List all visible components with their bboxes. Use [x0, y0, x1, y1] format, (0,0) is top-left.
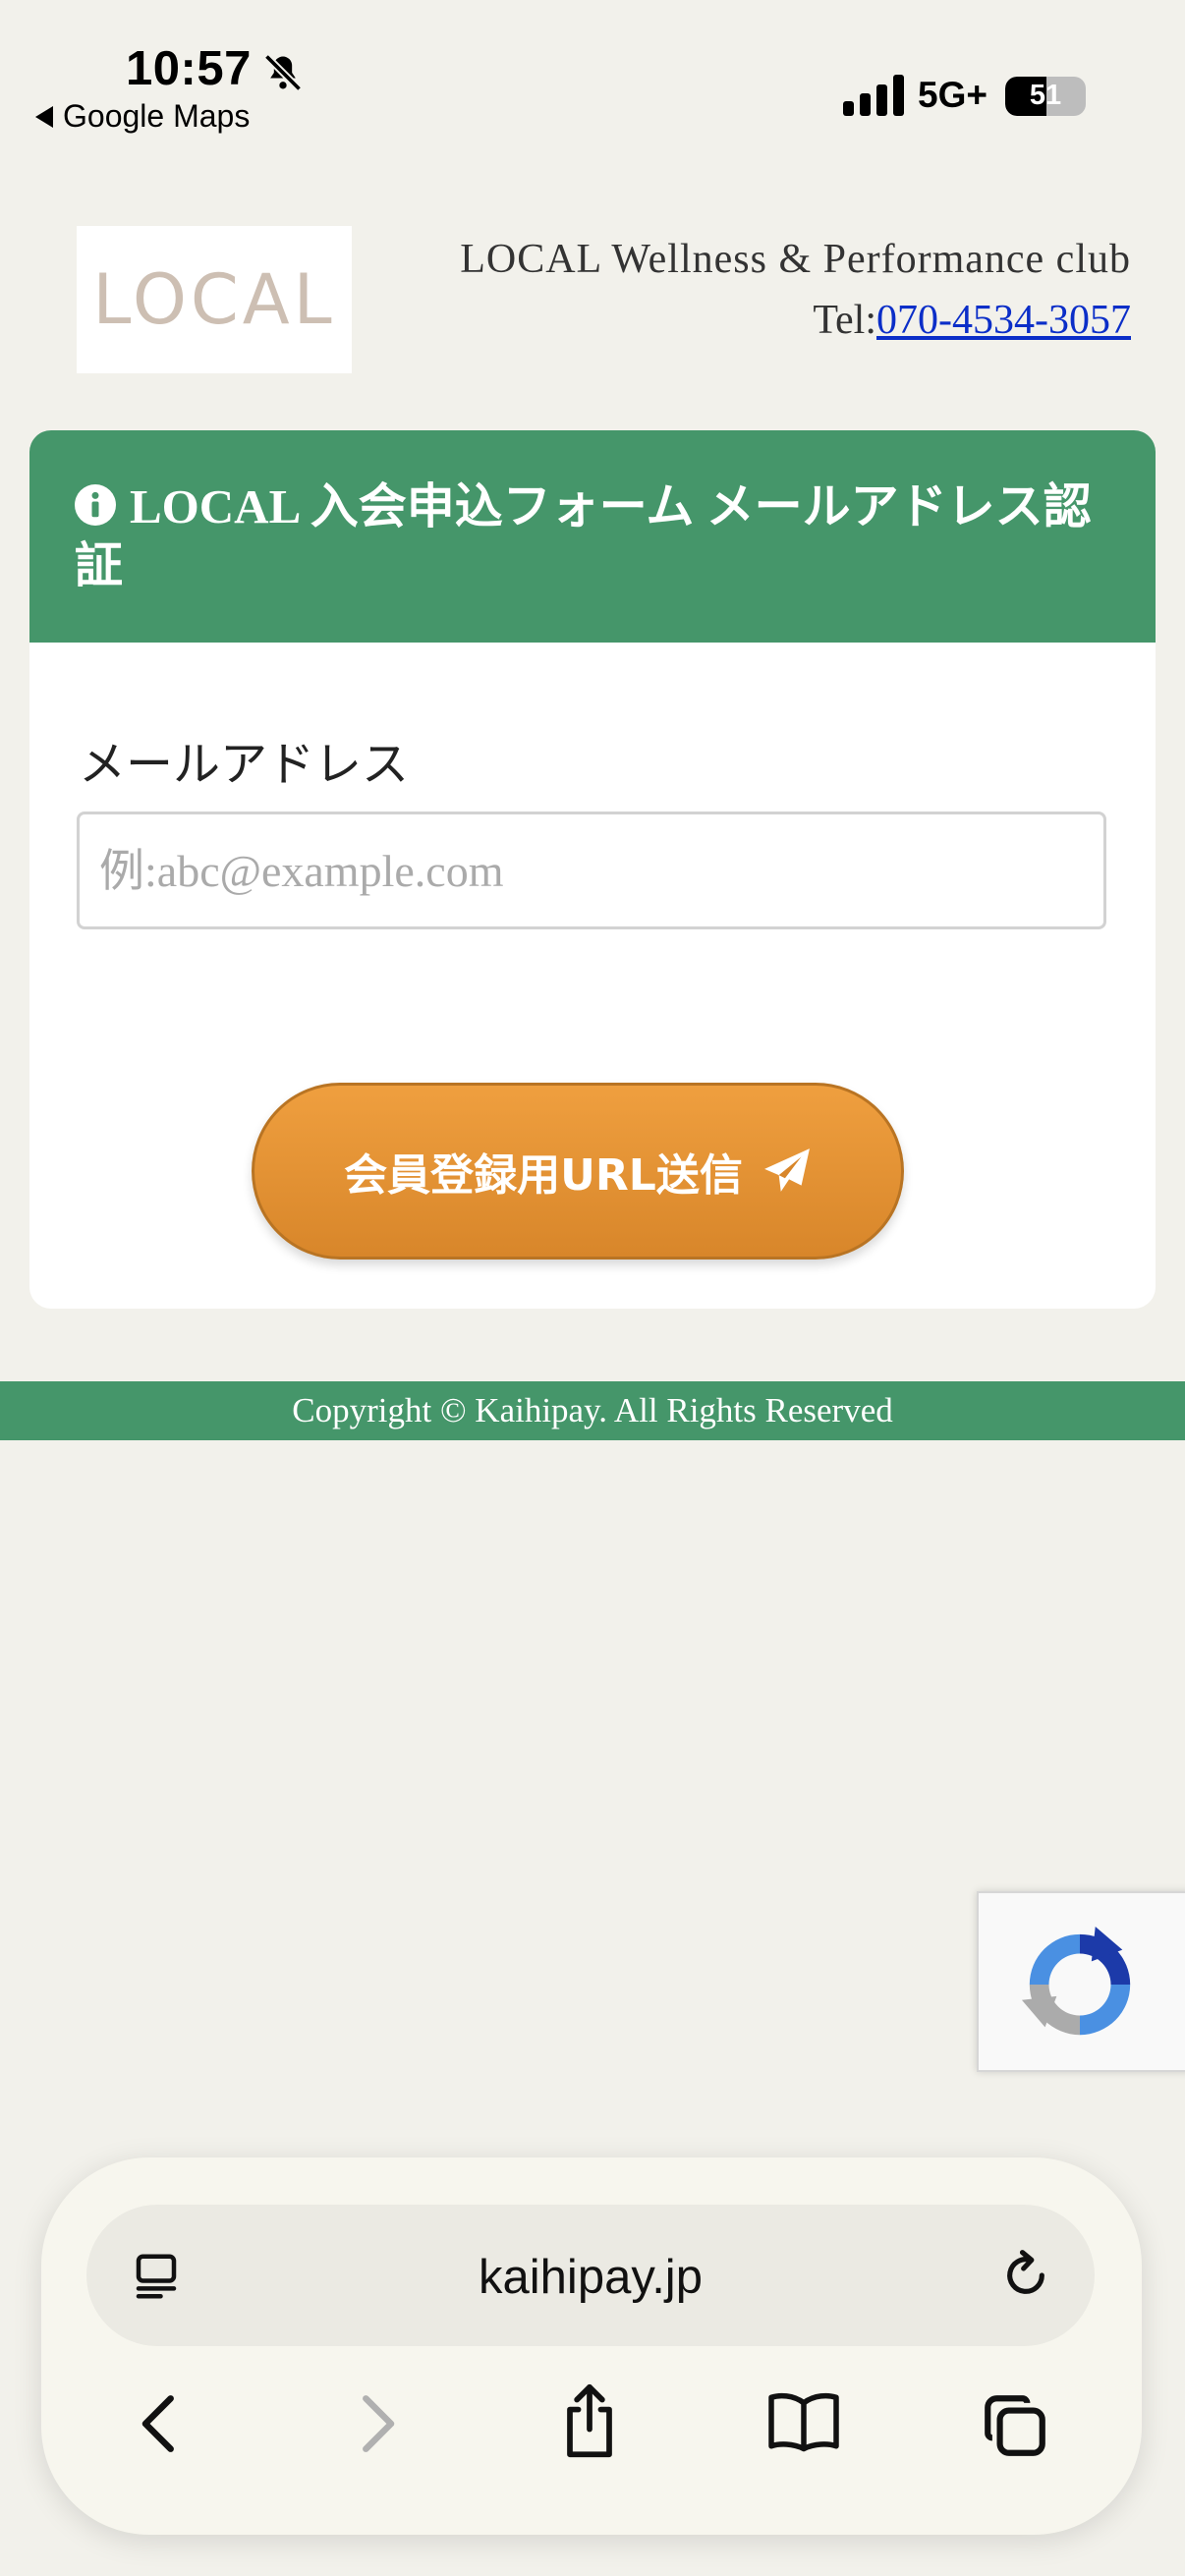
network-type: 5G+: [918, 75, 988, 115]
club-tel: Tel:070-4534-3057: [813, 297, 1131, 344]
info-icon: [75, 484, 116, 526]
browser-toolbar: kaihipay.jp: [41, 2157, 1142, 2535]
submit-label: 会員登録用URL送信: [344, 1150, 743, 1201]
address-bar[interactable]: kaihipay.jp: [86, 2205, 1095, 2346]
bell-slash-icon: [263, 53, 303, 92]
back-triangle-icon: [35, 105, 53, 128]
battery-level: 51: [1029, 80, 1062, 111]
recaptcha-icon: [1021, 1926, 1131, 2036]
email-input[interactable]: [77, 812, 1106, 929]
battery-cap: [1077, 89, 1084, 103]
forward-icon[interactable]: [350, 2391, 405, 2456]
back-app-label: Google Maps: [63, 98, 251, 134]
club-name: LOCAL Wellness & Performance club: [460, 237, 1131, 282]
footer-copyright: Copyright © Kaihipay. All Rights Reserve…: [0, 1381, 1185, 1440]
form-title: LOCAL 入会申込フォーム メールアドレス認証: [75, 479, 1092, 592]
club-logo[interactable]: LOCAL: [77, 226, 352, 373]
logo-text: LOCAL: [92, 259, 336, 340]
battery-icon: 51: [1005, 77, 1086, 116]
url-text: kaihipay.jp: [479, 2251, 703, 2304]
paper-plane-icon: [763, 1148, 810, 1192]
recaptcha-badge[interactable]: [977, 1891, 1185, 2072]
email-label: メールアドレス: [79, 739, 410, 791]
back-icon[interactable]: [132, 2391, 187, 2456]
form-card: LOCAL 入会申込フォーム メールアドレス認証 メールアドレス 会員登録用UR…: [29, 430, 1156, 1309]
back-to-app-link[interactable]: Google Maps: [35, 98, 250, 135]
bookmarks-icon[interactable]: [764, 2389, 843, 2454]
tabs-icon[interactable]: [979, 2389, 1051, 2462]
reload-icon[interactable]: [998, 2248, 1053, 2303]
signal-icon: [843, 75, 904, 116]
send-registration-url-button[interactable]: 会員登録用URL送信: [252, 1083, 904, 1260]
tel-link[interactable]: 070-4534-3057: [876, 298, 1131, 343]
form-header: LOCAL 入会申込フォーム メールアドレス認証: [29, 430, 1156, 643]
status-time: 10:57: [126, 42, 252, 95]
tel-prefix: Tel:: [813, 298, 877, 343]
share-icon[interactable]: [554, 2381, 625, 2460]
